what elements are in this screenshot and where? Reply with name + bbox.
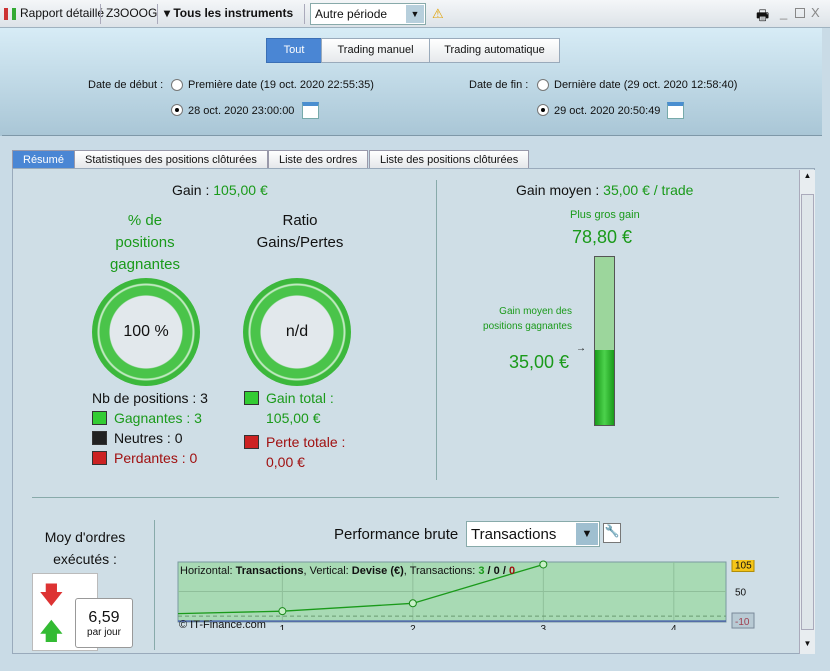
period-select[interactable]: Autre période ▼ xyxy=(310,3,426,25)
minimize-icon[interactable]: _ xyxy=(780,5,787,20)
gain-bar-fill xyxy=(595,350,614,425)
avg-gain-label: Gain moyen : xyxy=(516,182,600,198)
orders-title: Moy d'ordres exécutés : xyxy=(44,529,126,567)
performance-select[interactable]: Transactions ▼ xyxy=(466,521,600,547)
avg-gain: Gain moyen : 35,00 € / trade xyxy=(516,182,693,198)
orders-value-box: 6,59 par jour xyxy=(75,598,133,648)
gain-summary: Gain : 105,00 € xyxy=(172,182,268,198)
scroll-thumb[interactable] xyxy=(801,194,814,630)
losers-count: Perdantes : 0 xyxy=(114,450,198,466)
ratio-gauge: n/d xyxy=(243,278,351,386)
divider xyxy=(154,520,155,650)
tab-closed-positions[interactable]: Liste des positions clôturées xyxy=(369,150,530,169)
arrow-up-icon: 🡅 xyxy=(39,618,64,645)
wrench-icon[interactable]: 🔧 xyxy=(603,523,621,543)
start-custom-value: 28 oct. 2020 23:00:00 xyxy=(188,105,295,117)
instruments-dropdown[interactable]: ▾ Tous les instruments xyxy=(164,6,293,20)
y-tick-label: -10 xyxy=(735,617,750,628)
end-custom-radio[interactable] xyxy=(537,104,549,116)
data-point xyxy=(278,607,287,616)
divider xyxy=(304,4,305,24)
maximize-icon[interactable] xyxy=(795,8,805,18)
calendar-icon[interactable] xyxy=(667,102,684,119)
gain-value: 105,00 € xyxy=(213,182,268,198)
print-icon[interactable]: 🖶 xyxy=(756,5,769,29)
candle-icon xyxy=(4,8,16,20)
max-gain-label: Plus gros gain xyxy=(570,209,640,221)
gain-total-value: 105,00 € xyxy=(266,410,321,426)
tab-closed-stats[interactable]: Statistiques des positions clôturées xyxy=(74,150,268,169)
account-button[interactable]: Z3OOOG xyxy=(106,6,157,20)
toolbar: Rapport détaillé Z3OOOG ▾ Tous les instr… xyxy=(0,0,830,28)
chevron-down-icon[interactable]: ▼ xyxy=(406,5,424,23)
gain-bar xyxy=(594,256,615,426)
x-tick-label: 2 xyxy=(410,624,416,630)
instruments-label: Tous les instruments xyxy=(173,6,294,20)
avg-win-value: 35,00 € xyxy=(509,352,570,372)
gain-total-label: Gain total : xyxy=(266,390,334,406)
start-first-label: Première date (19 oct. 2020 22:55:35) xyxy=(188,79,374,91)
end-last-label: Dernière date (29 oct. 2020 12:58:40) xyxy=(554,79,738,91)
scroll-up-icon[interactable]: ▲ xyxy=(801,171,814,185)
end-date-label: Date de fin : xyxy=(469,79,529,91)
scroll-down-icon[interactable]: ▼ xyxy=(801,639,814,653)
pct-winning-title: % de positions gagnantes xyxy=(109,212,181,273)
neutral-swatch xyxy=(92,431,107,445)
pct-winning-value: 100 % xyxy=(123,323,169,340)
end-custom-value: 29 oct. 2020 20:50:49 xyxy=(554,105,661,117)
copyright: © IT-Finance.com xyxy=(179,619,266,631)
divider xyxy=(157,4,158,24)
x-tick-label: 3 xyxy=(541,624,547,630)
performance-select-value: Transactions xyxy=(471,526,557,543)
warning-icon: ⚠ xyxy=(432,6,444,21)
chart-info: Horizontal: Transactions, Vertical: Devi… xyxy=(180,565,516,577)
ratio-value: n/d xyxy=(285,323,309,340)
winners-count: Gagnantes : 3 xyxy=(114,410,202,426)
start-date-label: Date de début : xyxy=(88,79,164,91)
avg-win-label: Gain moyen des positions gagnantes xyxy=(483,306,572,332)
period-value: Autre période xyxy=(315,7,388,21)
data-point xyxy=(408,599,417,608)
divider xyxy=(32,497,779,498)
divider xyxy=(436,180,437,480)
max-gain-value: 78,80 € xyxy=(572,227,633,247)
gain-label: Gain : xyxy=(172,182,210,198)
divider xyxy=(100,4,101,24)
loss-total-label: Perte totale : xyxy=(266,434,346,450)
chevron-down-icon[interactable]: ▼ xyxy=(576,523,598,545)
nb-positions: Nb de positions : 3 xyxy=(92,390,208,406)
end-last-radio[interactable] xyxy=(537,79,549,91)
ratio-title: Ratio Gains/Pertes xyxy=(256,212,344,251)
start-custom-radio[interactable] xyxy=(171,104,183,116)
orders-value: 6,59 xyxy=(88,609,120,626)
calendar-icon[interactable] xyxy=(302,102,319,119)
report-button[interactable]: Rapport détaillé xyxy=(20,6,104,20)
orders-unit: par jour xyxy=(87,627,121,638)
arrow-down-icon: 🡇 xyxy=(39,582,64,609)
avg-gain-value: 35,00 € / trade xyxy=(603,182,694,198)
tab-summary[interactable]: Résumé xyxy=(12,150,75,169)
x-tick-label: 1 xyxy=(280,624,286,630)
filter-auto-button[interactable]: Trading automatique xyxy=(429,38,560,63)
losers-swatch xyxy=(92,451,107,465)
performance-title: Performance brute xyxy=(334,526,459,543)
loss-total-swatch xyxy=(244,435,259,449)
close-icon[interactable]: X xyxy=(811,5,820,20)
loss-total-value: 0,00 € xyxy=(266,454,305,470)
scrollbar[interactable]: ▲ ▼ xyxy=(799,170,815,654)
data-point xyxy=(539,560,548,569)
neutral-count: Neutres : 0 xyxy=(114,430,183,446)
tab-orders[interactable]: Liste des ordres xyxy=(268,150,369,169)
start-first-radio[interactable] xyxy=(171,79,183,91)
filter-manual-button[interactable]: Trading manuel xyxy=(321,38,430,63)
y-tick-label: 50 xyxy=(735,588,747,599)
y-tick-label: 105 xyxy=(735,560,752,571)
gain-total-swatch xyxy=(244,391,259,405)
winners-swatch xyxy=(92,411,107,425)
pct-winning-gauge: 100 % xyxy=(92,278,200,386)
divider xyxy=(2,135,822,136)
arrow-icon: → xyxy=(576,343,586,354)
filter-all-button[interactable]: Tout xyxy=(266,38,322,63)
x-tick-label: 4 xyxy=(671,624,677,630)
